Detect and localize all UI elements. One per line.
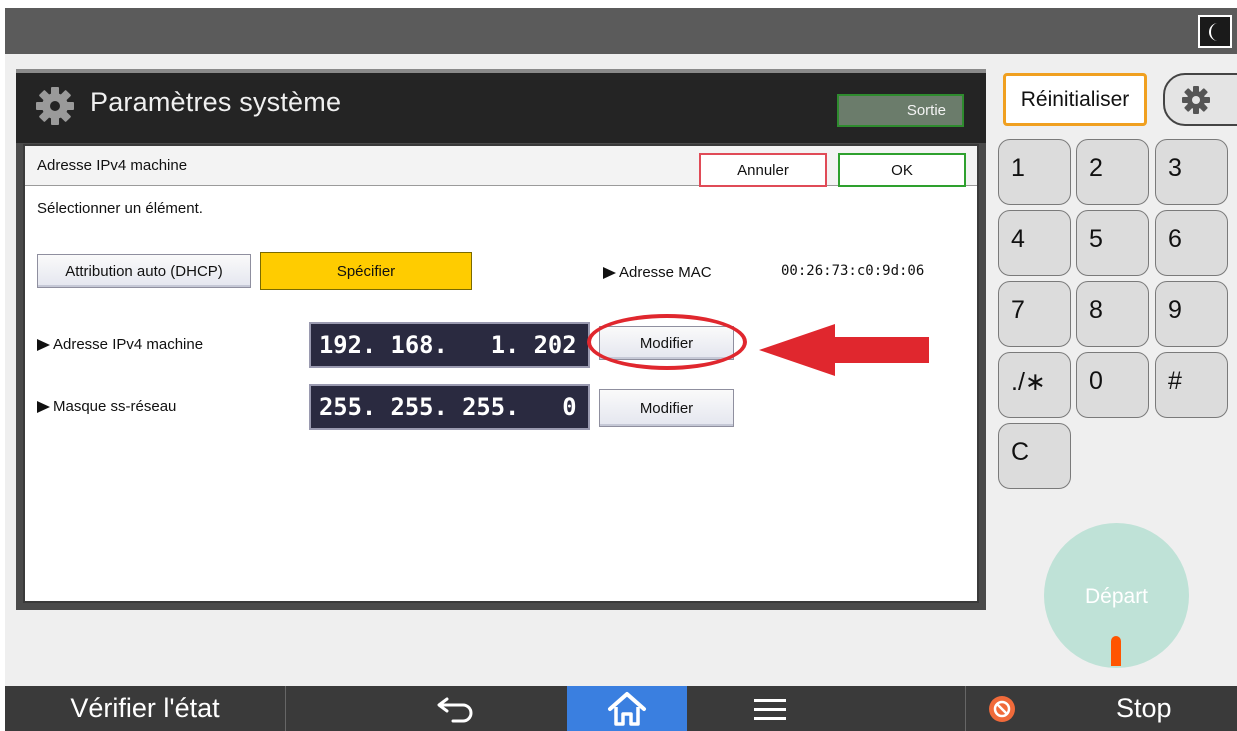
page-title: Paramètres système xyxy=(90,87,342,117)
key-dot-star[interactable]: ./∗ xyxy=(998,352,1071,418)
key-9[interactable]: 9 xyxy=(1155,281,1228,347)
top-status-bar xyxy=(5,8,1237,54)
subnet-mask-value: 255. 255. 255. 0 xyxy=(309,384,590,430)
triangle-icon xyxy=(603,266,616,279)
mac-address-value: 00:26:73:c0:9d:06 xyxy=(781,263,925,279)
settings-button[interactable] xyxy=(1163,73,1237,126)
instruction-text: Sélectionner un élément. xyxy=(37,200,203,217)
stop-button[interactable]: Stop xyxy=(965,686,1237,731)
cancel-button[interactable]: Annuler xyxy=(699,153,827,187)
back-icon[interactable] xyxy=(435,694,479,724)
triangle-icon xyxy=(37,338,50,351)
ipv4-address-label-text: Adresse IPv4 machine xyxy=(53,336,204,353)
exit-button[interactable]: Sortie xyxy=(837,94,964,127)
home-button[interactable] xyxy=(567,686,687,731)
subnet-mask-modify-button[interactable]: Modifier xyxy=(599,389,734,427)
subnet-mask-label: Masque ss-réseau xyxy=(37,398,176,415)
key-5[interactable]: 5 xyxy=(1076,210,1149,276)
key-4[interactable]: 4 xyxy=(998,210,1071,276)
start-indicator-led xyxy=(1111,636,1121,666)
start-label: Départ xyxy=(1084,585,1149,608)
key-8[interactable]: 8 xyxy=(1076,281,1149,347)
triangle-icon xyxy=(37,400,50,413)
ipv4-address-dialog: Adresse IPv4 machine Annuler OK Sélectio… xyxy=(23,144,979,603)
subnet-mask-label-text: Masque ss-réseau xyxy=(53,398,177,415)
ok-button[interactable]: OK xyxy=(838,153,966,187)
gear-icon xyxy=(1182,85,1210,114)
key-0[interactable]: 0 xyxy=(1076,352,1149,418)
stop-icon xyxy=(989,696,1015,722)
moon-icon xyxy=(1209,22,1218,41)
annotation-arrow-icon xyxy=(759,324,929,376)
key-2[interactable]: 2 xyxy=(1076,139,1149,205)
dialog-titlebar: Adresse IPv4 machine Annuler OK xyxy=(25,146,977,187)
energy-saver-button[interactable] xyxy=(1198,15,1232,48)
gear-icon xyxy=(36,87,74,125)
key-3[interactable]: 3 xyxy=(1155,139,1228,205)
menu-icon[interactable] xyxy=(750,695,790,723)
specify-button[interactable]: Spécifier xyxy=(260,252,472,290)
key-hash[interactable]: # xyxy=(1155,352,1228,418)
system-settings-panel: Paramètres système Sortie Adresse IPv4 m… xyxy=(16,69,986,610)
home-icon xyxy=(608,691,646,726)
ipv4-address-label: Adresse IPv4 machine xyxy=(37,336,203,353)
device-screen: Paramètres système Sortie Adresse IPv4 m… xyxy=(5,8,1237,731)
annotation-highlight-ellipse xyxy=(587,314,747,370)
check-status-button[interactable]: Vérifier l'état xyxy=(5,686,286,731)
mac-address-label: Adresse MAC xyxy=(603,264,712,281)
key-clear[interactable]: C xyxy=(998,423,1071,489)
key-1[interactable]: 1 xyxy=(998,139,1071,205)
reset-button[interactable]: Réinitialiser xyxy=(1003,73,1147,126)
stop-label: Stop xyxy=(1116,693,1172,723)
key-6[interactable]: 6 xyxy=(1155,210,1228,276)
ipv4-address-value: 192. 168. 1. 202 xyxy=(309,322,590,368)
dialog-title: Adresse IPv4 machine xyxy=(37,157,188,174)
panel-header: Paramètres système Sortie xyxy=(16,69,986,143)
key-7[interactable]: 7 xyxy=(998,281,1071,347)
bottom-navigation-bar: Vérifier l'état Stop xyxy=(5,686,1237,731)
start-button[interactable]: Départ xyxy=(1044,523,1189,668)
mac-address-label-text: Adresse MAC xyxy=(619,264,712,281)
dhcp-auto-button[interactable]: Attribution auto (DHCP) xyxy=(37,254,251,288)
